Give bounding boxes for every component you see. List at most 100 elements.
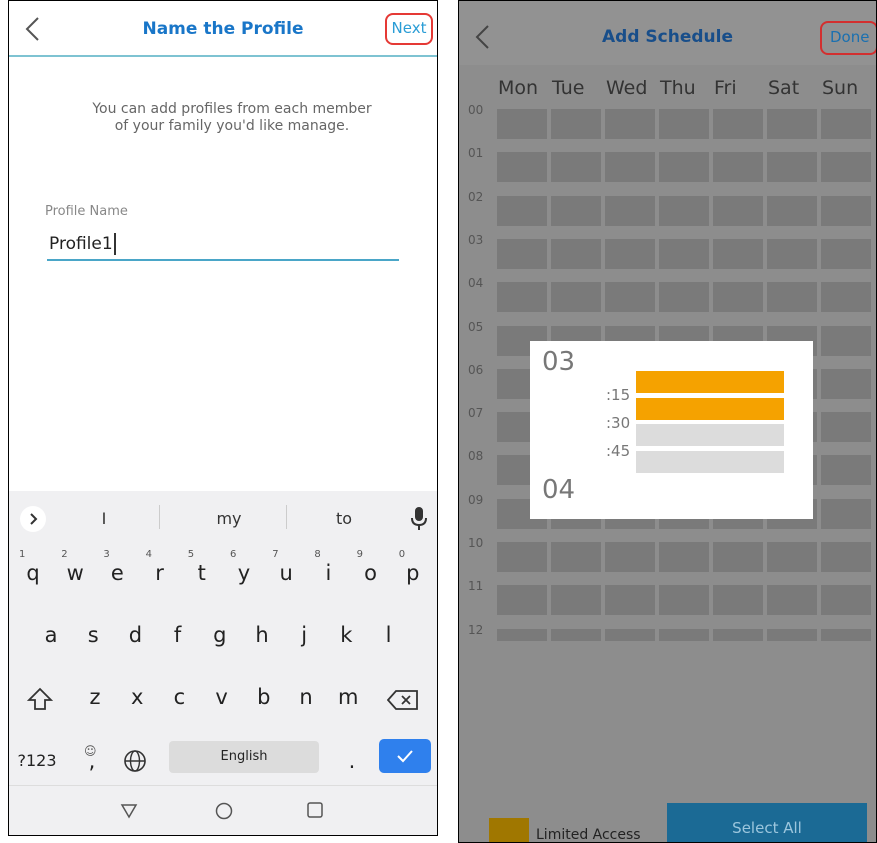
key-c[interactable]: c (159, 675, 199, 719)
schedule-cell[interactable] (659, 628, 709, 641)
schedule-cell[interactable] (551, 628, 601, 641)
schedule-cell[interactable] (821, 455, 871, 486)
schedule-cell[interactable] (659, 585, 709, 616)
key-h[interactable]: h (242, 613, 282, 657)
key-l[interactable]: l (369, 613, 409, 657)
microphone-icon[interactable] (409, 506, 429, 532)
schedule-cell[interactable] (821, 152, 871, 183)
key-e[interactable]: 3e (97, 549, 137, 595)
schedule-cell[interactable] (659, 238, 709, 269)
schedule-cell[interactable] (713, 585, 763, 616)
schedule-cell[interactable] (659, 542, 709, 572)
schedule-cell[interactable] (659, 282, 709, 313)
schedule-cell[interactable] (659, 109, 709, 139)
schedule-cell[interactable] (713, 628, 763, 641)
key-a[interactable]: a (31, 613, 71, 657)
schedule-cell[interactable] (821, 498, 871, 529)
schedule-cell[interactable] (497, 585, 547, 616)
key-u[interactable]: 7u (266, 549, 306, 595)
schedule-cell[interactable] (497, 152, 547, 183)
schedule-cell[interactable] (551, 152, 601, 183)
time-slot-bar[interactable] (636, 397, 784, 420)
shift-icon[interactable] (27, 687, 53, 711)
expand-toolbar-icon[interactable] (19, 505, 47, 533)
schedule-cell[interactable] (767, 195, 817, 226)
schedule-cell[interactable] (821, 368, 871, 399)
schedule-cell[interactable] (605, 109, 655, 139)
schedule-cell[interactable] (659, 195, 709, 226)
key-j[interactable]: j (284, 613, 324, 657)
nav-recents-icon[interactable] (306, 801, 324, 819)
nav-home-icon[interactable] (214, 801, 234, 821)
schedule-cell[interactable] (821, 195, 871, 226)
nav-back-icon[interactable] (119, 802, 139, 820)
schedule-cell[interactable] (713, 238, 763, 269)
key-g[interactable]: g (200, 613, 240, 657)
globe-icon[interactable] (123, 749, 147, 773)
key-w[interactable]: 2w (55, 549, 95, 595)
schedule-cell[interactable] (497, 238, 547, 269)
schedule-cell[interactable] (821, 325, 871, 356)
key-y[interactable]: 6y (224, 549, 264, 595)
schedule-cell[interactable] (497, 109, 547, 139)
key-t[interactable]: 5t (182, 549, 222, 595)
schedule-cell[interactable] (497, 628, 547, 641)
schedule-cell[interactable] (767, 542, 817, 572)
schedule-cell[interactable] (605, 152, 655, 183)
schedule-cell[interactable] (713, 195, 763, 226)
schedule-cell[interactable] (551, 109, 601, 139)
schedule-cell[interactable] (605, 628, 655, 641)
key-p[interactable]: 0p (393, 549, 433, 595)
schedule-cell[interactable] (767, 282, 817, 313)
schedule-cell[interactable] (821, 542, 871, 572)
schedule-cell[interactable] (605, 238, 655, 269)
enter-key[interactable] (379, 739, 431, 773)
schedule-cell[interactable] (767, 585, 817, 616)
schedule-cell[interactable] (551, 238, 601, 269)
schedule-cell[interactable] (821, 109, 871, 139)
schedule-cell[interactable] (497, 282, 547, 313)
schedule-cell[interactable] (713, 152, 763, 183)
next-button[interactable]: Next (385, 13, 433, 45)
key-k[interactable]: k (326, 613, 366, 657)
space-key[interactable]: English (169, 741, 319, 773)
comma-key[interactable]: ☺, (77, 739, 107, 783)
suggestion-2[interactable]: my (189, 509, 269, 528)
schedule-cell[interactable] (605, 542, 655, 572)
schedule-cell[interactable] (821, 238, 871, 269)
schedule-cell[interactable] (713, 542, 763, 572)
done-button[interactable]: Done (820, 21, 876, 55)
key-r[interactable]: 4r (140, 549, 180, 595)
backspace-icon[interactable] (387, 689, 419, 711)
schedule-cell[interactable] (551, 195, 601, 226)
schedule-cell[interactable] (767, 109, 817, 139)
schedule-cell[interactable] (767, 238, 817, 269)
schedule-cell[interactable] (767, 628, 817, 641)
key-d[interactable]: d (115, 613, 155, 657)
schedule-cell[interactable] (821, 282, 871, 313)
symbols-key[interactable]: ?123 (13, 739, 61, 783)
key-b[interactable]: b (244, 675, 284, 719)
schedule-cell[interactable] (497, 542, 547, 572)
schedule-cell[interactable] (605, 195, 655, 226)
schedule-cell[interactable] (605, 585, 655, 616)
key-v[interactable]: v (202, 675, 242, 719)
key-x[interactable]: x (117, 675, 157, 719)
key-z[interactable]: z (75, 675, 115, 719)
time-slot-bar[interactable] (636, 450, 784, 473)
schedule-cell[interactable] (821, 412, 871, 443)
time-slot-bar[interactable] (636, 424, 784, 446)
schedule-cell[interactable] (551, 282, 601, 313)
key-i[interactable]: 8i (308, 549, 348, 595)
schedule-cell[interactable] (713, 282, 763, 313)
key-f[interactable]: f (158, 613, 198, 657)
schedule-cell[interactable] (605, 282, 655, 313)
key-q[interactable]: 1q (13, 549, 53, 595)
schedule-cell[interactable] (551, 542, 601, 572)
suggestion-1[interactable]: I (79, 509, 129, 528)
schedule-cell[interactable] (821, 628, 871, 641)
key-o[interactable]: 9o (351, 549, 391, 595)
suggestion-3[interactable]: to (314, 509, 374, 528)
key-s[interactable]: s (73, 613, 113, 657)
time-slot-bar[interactable] (636, 371, 784, 393)
